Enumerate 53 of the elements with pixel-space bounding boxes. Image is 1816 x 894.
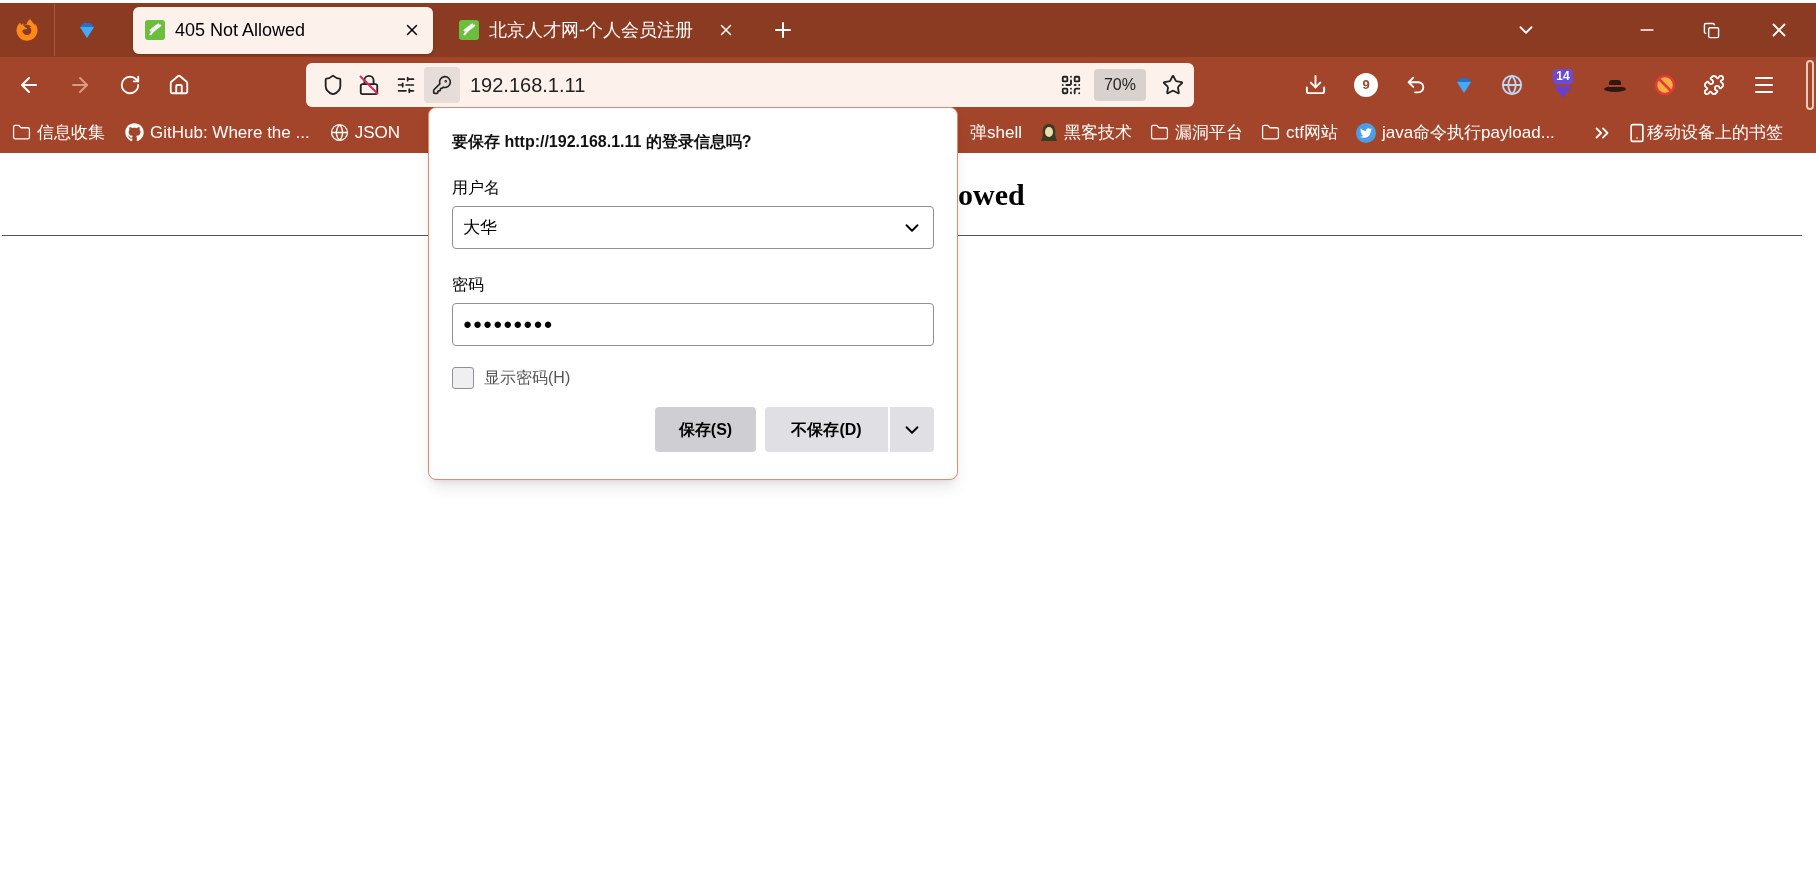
gem-icon[interactable]: [77, 20, 97, 40]
dialog-button[interactable]: 保存(S): [655, 407, 756, 452]
bookmark-item[interactable]: 黑客技术: [1035, 119, 1136, 146]
dialog-title: 要保存 http://192.168.1.11 的登录信息吗?: [452, 132, 753, 152]
favicon-icon: [459, 20, 479, 40]
bookmark-item[interactable]: ctf网站: [1256, 119, 1342, 146]
tab-title: 405 Not Allowed: [175, 18, 307, 42]
tab-title: 北京人才网-个人会员注册: [489, 18, 694, 42]
restore-icon[interactable]: [1703, 21, 1720, 39]
bookmark-item[interactable]: 弹shell: [966, 119, 1026, 146]
cat-logo-icon: [125, 123, 144, 142]
folder-icon: [1260, 123, 1280, 142]
key-icon[interactable]: [424, 66, 460, 103]
checkbox[interactable]: [452, 367, 474, 389]
prohibited-icon[interactable]: [1654, 73, 1676, 96]
url-text: 192.168.1.11: [470, 72, 586, 98]
folder-icon: [1149, 123, 1169, 142]
field-label: 用户名: [452, 178, 501, 198]
globe-icon[interactable]: [1501, 73, 1523, 96]
username-select[interactable]: 大华: [452, 206, 934, 249]
globe-icon: [329, 123, 349, 142]
bookmark-item[interactable]: 信息收集: [8, 119, 109, 146]
browser-tab[interactable]: 北京人才网-个人会员注册: [447, 6, 747, 54]
folder-icon: [12, 123, 31, 142]
checkbox-label: 显示密码(H): [484, 368, 571, 388]
bird-icon: [1355, 122, 1376, 143]
dialog-button[interactable]: 不保存(D): [765, 407, 888, 452]
home-icon[interactable]: [168, 73, 190, 96]
lock-slash-icon[interactable]: [358, 73, 380, 96]
bookmark-item[interactable]: GitHub: Where the ...: [121, 119, 314, 146]
field-label: 密码: [452, 275, 485, 295]
hat-icon[interactable]: [1603, 77, 1627, 92]
favicon-icon: [145, 20, 165, 40]
bookmark-item[interactable]: 漏洞平台: [1145, 119, 1247, 146]
zoom-level[interactable]: 70%: [1093, 68, 1146, 101]
reload-icon[interactable]: [119, 73, 141, 96]
download-icon[interactable]: [1304, 73, 1327, 96]
bookmark-item[interactable]: java命令执行payload...: [1351, 119, 1559, 146]
address-bar[interactable]: 192.168.1.11 70%: [306, 62, 1194, 107]
bookmark-item[interactable]: JSON: [325, 119, 405, 146]
password-field[interactable]: ●●●●●●●●●: [452, 303, 934, 346]
page-heading: owed: [958, 176, 1025, 213]
hooded-figure-icon: [1039, 123, 1058, 142]
toggle-lines-icon[interactable]: [396, 74, 416, 95]
browser-tab[interactable]: 405 Not Allowed: [133, 6, 433, 54]
scrollbar-thumb[interactable]: [1806, 59, 1814, 110]
star-icon[interactable]: [1162, 73, 1184, 96]
extension-badge[interactable]: 14: [1550, 68, 1576, 101]
shield-icon[interactable]: [322, 73, 344, 96]
qr-code-icon[interactable]: [1059, 73, 1082, 96]
extension-badge[interactable]: 9: [1354, 72, 1378, 97]
bookmark-item[interactable]: 移动设备上的书签: [1626, 119, 1783, 146]
puzzle-icon[interactable]: [1703, 73, 1725, 96]
